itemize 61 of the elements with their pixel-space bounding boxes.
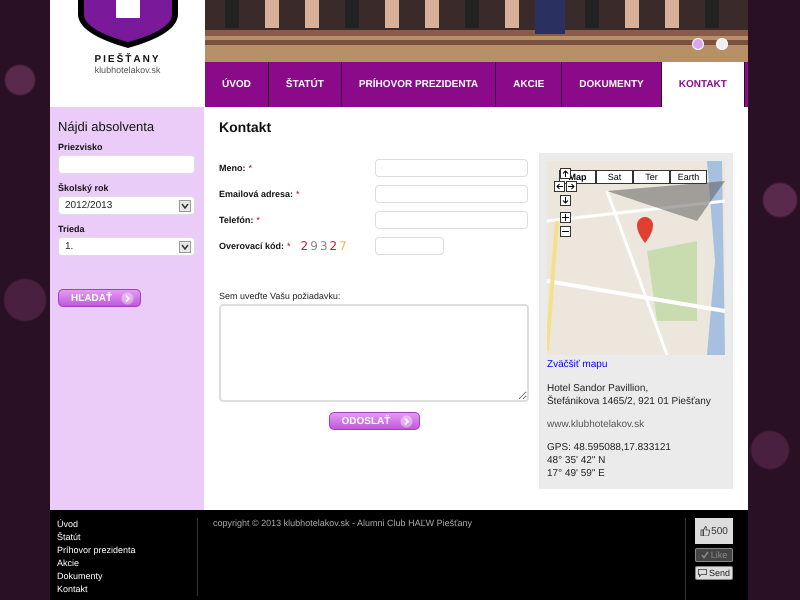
- field-label: Školský rok: [58, 183, 110, 193]
- pan-right-button[interactable]: [566, 181, 577, 192]
- zoom-out-button[interactable]: [560, 226, 571, 237]
- enlarge-map-link[interactable]: Zväčšiť mapu: [547, 359, 725, 370]
- up-arrow-icon: [562, 170, 569, 177]
- input-field[interactable]: [375, 185, 528, 203]
- footer-link[interactable]: Akcie: [57, 557, 197, 570]
- input-field[interactable]: [375, 211, 528, 229]
- plus-icon: [562, 214, 569, 221]
- field-label: Telefón:: [219, 215, 254, 225]
- message-label: Sem uveďte Vašu požiadavku:: [219, 291, 342, 301]
- pan-down-button[interactable]: [560, 195, 571, 206]
- footer-link[interactable]: Štatút: [57, 531, 197, 544]
- footer-link[interactable]: Úvod: [57, 518, 197, 531]
- required-mark: *: [256, 215, 260, 225]
- website-text: www.klubhotelakov.sk: [547, 418, 646, 431]
- pan-up-button[interactable]: [560, 168, 571, 179]
- page-title: Kontakt: [219, 119, 272, 135]
- select-field[interactable]: 2012/2013: [58, 196, 195, 215]
- required-mark: *: [248, 163, 252, 173]
- down-arrow-icon: [562, 197, 569, 204]
- nav-tab[interactable]: KONTAKT: [662, 62, 745, 107]
- right-arrow-icon: [568, 183, 575, 190]
- field-label: Emailová adresa:: [219, 189, 294, 199]
- left-arrow-icon: [556, 183, 563, 190]
- field-label: Meno:: [219, 163, 246, 173]
- send-button[interactable]: Send: [695, 566, 733, 580]
- map-type-button[interactable]: Ter: [633, 170, 670, 184]
- thumbs-up-icon: [700, 526, 710, 536]
- caret-icon: [179, 240, 191, 252]
- field-label: Trieda: [58, 224, 86, 234]
- footer-link[interactable]: Dokumenty: [57, 570, 197, 583]
- like-count: 500: [695, 518, 733, 544]
- field-label: Priezvisko: [58, 142, 104, 152]
- address-line: Štefánikova 1465/2, 921 01 Piešťany: [547, 395, 712, 408]
- footer-link[interactable]: Príhovor prezidenta: [57, 544, 197, 557]
- input-field[interactable]: [375, 159, 528, 177]
- map-type-button[interactable]: Earth: [670, 170, 707, 184]
- footer-link[interactable]: Kontakt: [57, 583, 197, 596]
- caret-icon: [179, 200, 191, 212]
- copyright-text: copyright © 2013 klubhotelakov.sk - Alumni Club HAĽW Piešťany: [213, 518, 472, 528]
- logo-city: PIEŠŤANY: [94, 54, 160, 65]
- pan-left-button[interactable]: [554, 181, 565, 192]
- input-field[interactable]: [58, 155, 195, 174]
- gps-line: 17° 49' 59" E: [547, 467, 606, 480]
- zoom-in-button[interactable]: [560, 212, 571, 223]
- gps-line: GPS: 48.595088,17.833121: [547, 441, 672, 454]
- speech-bubble-icon: [698, 569, 707, 577]
- sidebar-title: Nájdi absolventa: [58, 119, 156, 134]
- select-field[interactable]: 1.: [58, 237, 195, 256]
- check-icon: [700, 551, 709, 559]
- field-label: Overovací kód:: [219, 241, 284, 251]
- required-mark: *: [287, 241, 291, 251]
- required-mark: *: [296, 189, 300, 199]
- logo-site: klubhotelakov.sk: [94, 65, 160, 75]
- map-type-button[interactable]: Sat: [596, 170, 633, 184]
- input-field[interactable]: [375, 237, 444, 255]
- address-line: Hotel Sandor Pavillion,: [547, 382, 650, 395]
- minus-icon: [562, 228, 569, 235]
- gps-line: 48° 35' 42" N: [547, 454, 606, 467]
- message-field[interactable]: [219, 304, 529, 402]
